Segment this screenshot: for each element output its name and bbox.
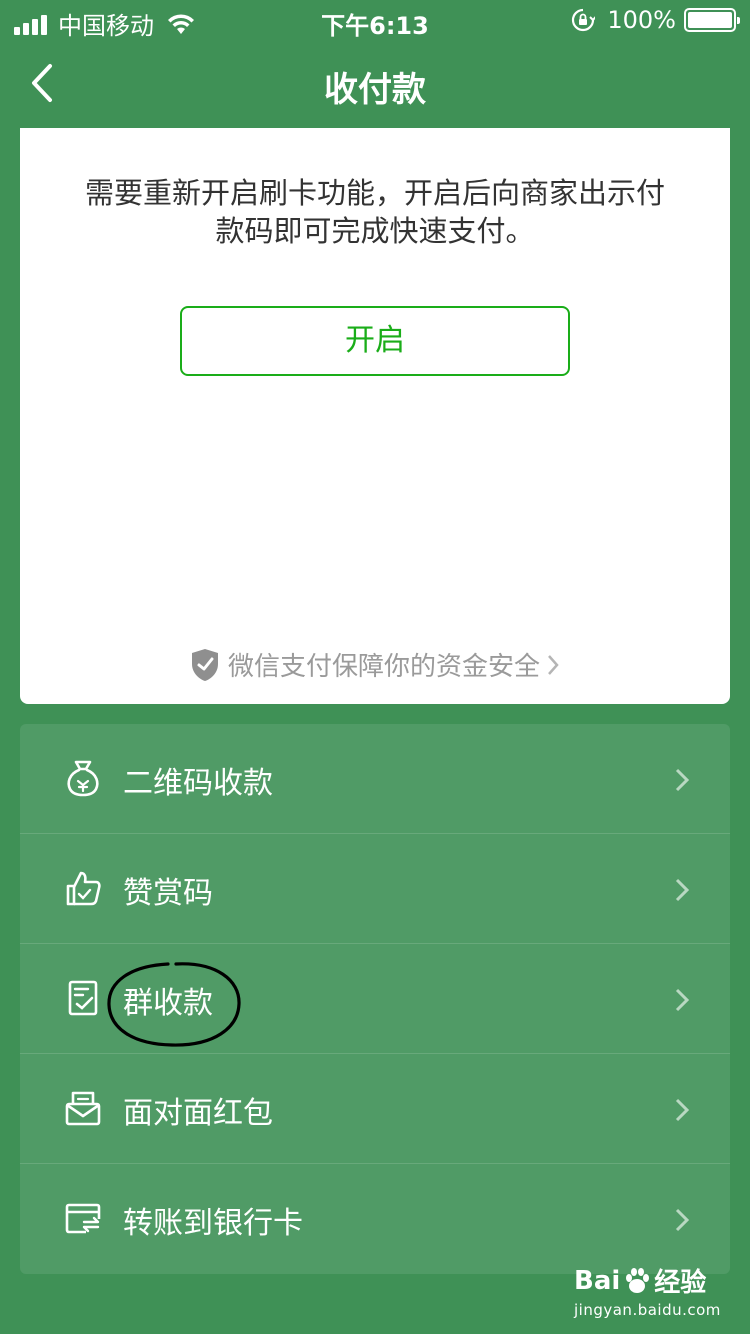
bank-transfer-icon [65, 1203, 101, 1234]
thumbs-up-icon [66, 871, 101, 906]
reenable-message: 需要重新开启刷卡功能，开启后向商家出示付款码即可完成快速支付。 [84, 176, 665, 248]
fund-safety-link[interactable]: 微信支付保障你的资金安全 [20, 646, 730, 683]
chevron-right-icon [675, 768, 690, 792]
chevron-right-icon [548, 654, 559, 675]
list-item-label: 转账到银行卡 [123, 1206, 303, 1241]
chevron-right-icon [675, 878, 690, 902]
fund-safety-text: 微信支付保障你的资金安全 [227, 652, 540, 682]
payment-code-card: 需要重新开启刷卡功能，开启后向商家出示付款码即可完成快速支付。 开启 微信支付保… [20, 128, 730, 704]
list-item-label: 赞赏码 [123, 876, 213, 911]
rotation-lock-icon [572, 8, 596, 32]
status-bar: 中国移动 下午6:13 100% [0, 0, 750, 40]
nav-bar: 收付款 [0, 40, 750, 128]
chevron-right-icon [675, 988, 690, 1012]
watermark-url: jingyan.baidu.com [574, 1301, 721, 1319]
baidu-jingyan-watermark: Bai 经验 jingyan.baidu.com [574, 1262, 724, 1320]
open-button[interactable]: 开启 [180, 306, 570, 376]
list-item-qr-receive[interactable]: 二维码收款 [20, 724, 730, 834]
list-item-bank-transfer[interactable]: 转账到银行卡 [20, 1164, 730, 1274]
watermark-logo: Bai 经验 [574, 1262, 724, 1299]
list-item-label: 二维码收款 [123, 766, 273, 801]
chevron-right-icon [675, 1098, 690, 1122]
watermark-brand-right: 经验 [654, 1268, 707, 1298]
status-right: 100% [571, 6, 740, 34]
group-receipt-icon [68, 980, 98, 1016]
watermark-brand-left: Bai [574, 1265, 621, 1296]
money-bag-icon [67, 760, 99, 797]
battery-icon [684, 8, 740, 32]
page-title: 收付款 [324, 70, 426, 110]
list-item-group-receipt[interactable]: 群收款 [20, 944, 730, 1054]
shield-icon [191, 648, 218, 681]
payment-options-list: 二维码收款 赞赏码 群收款 面对面红包 转账到银行卡 [20, 724, 730, 1274]
list-item-face-to-face-red-packet[interactable]: 面对面红包 [20, 1054, 730, 1164]
app-screen: 中国移动 下午6:13 100% 收付款 需要重新开启刷卡功能，开启后向商家出示… [0, 0, 750, 1334]
list-item-label: 群收款 [123, 986, 213, 1021]
battery-percent: 100% [607, 6, 676, 34]
red-packet-icon [65, 1091, 101, 1126]
list-item-label: 面对面红包 [123, 1096, 273, 1131]
list-item-reward-code[interactable]: 赞赏码 [20, 834, 730, 944]
chevron-right-icon [675, 1208, 690, 1232]
paw-icon [626, 1267, 650, 1293]
